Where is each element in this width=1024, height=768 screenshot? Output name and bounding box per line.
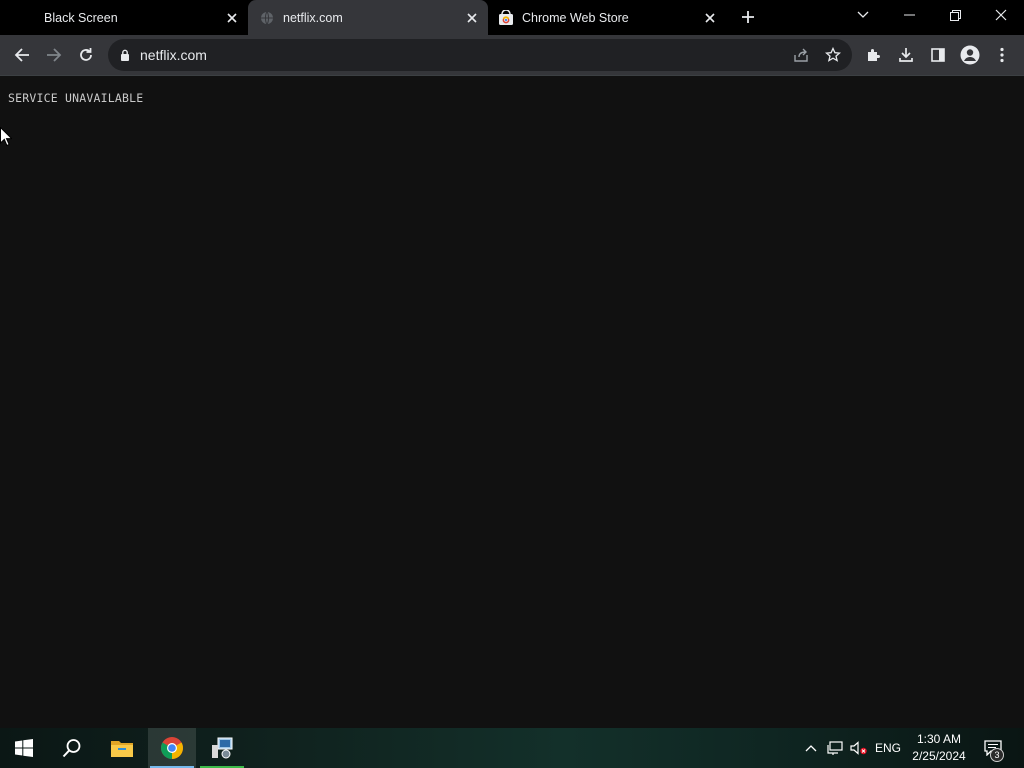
plus-icon xyxy=(742,11,754,23)
tab-close-icon[interactable] xyxy=(464,10,480,26)
lock-icon[interactable] xyxy=(120,49,130,61)
reload-icon xyxy=(80,48,92,61)
clock-date: 2/25/2024 xyxy=(912,749,966,763)
back-button[interactable] xyxy=(8,41,36,69)
close-icon xyxy=(995,9,1007,21)
side-panel-button[interactable] xyxy=(924,41,952,69)
windows-taskbar: ENG 1:30 AM 2/25/2024 3 xyxy=(0,728,1024,768)
back-icon xyxy=(14,48,29,62)
tab-search-button[interactable] xyxy=(840,0,886,30)
side-panel-icon xyxy=(931,48,945,62)
page-content: SERVICE UNAVAILABLE xyxy=(0,76,1024,726)
notification-count-badge: 3 xyxy=(990,748,1004,762)
tab-title: Chrome Web Store xyxy=(522,10,629,25)
globe-icon xyxy=(259,10,275,26)
download-icon xyxy=(899,48,913,62)
restore-button[interactable] xyxy=(932,0,978,30)
volume-muted-icon xyxy=(850,741,867,755)
chrome-icon xyxy=(161,737,183,759)
search-icon xyxy=(62,739,81,758)
language-indicator[interactable]: ENG xyxy=(872,728,904,768)
tab-search-icon xyxy=(857,11,869,18)
forward-icon xyxy=(47,48,62,62)
tab-chrome-web-store[interactable]: Chrome Web Store xyxy=(488,0,728,35)
volume-button[interactable] xyxy=(848,728,870,768)
restore-icon xyxy=(949,9,961,21)
show-hidden-icons-button[interactable] xyxy=(800,728,822,768)
url-text[interactable]: netflix.com xyxy=(140,47,207,63)
file-explorer-icon xyxy=(111,741,133,757)
taskbar-search-button[interactable] xyxy=(48,728,96,768)
downloads-button[interactable] xyxy=(892,41,920,69)
tab-netflix[interactable]: netflix.com xyxy=(248,0,488,35)
tab-title: Black Screen xyxy=(44,10,118,25)
chrome-menu-button[interactable] xyxy=(988,41,1016,69)
app-icon xyxy=(212,737,233,759)
menu-icon xyxy=(1000,47,1004,63)
network-button[interactable] xyxy=(824,728,846,768)
system-clock[interactable]: 1:30 AM 2/25/2024 xyxy=(906,731,972,765)
tab-title: netflix.com xyxy=(283,10,343,25)
chrome-web-store-icon xyxy=(498,9,514,26)
profile-icon xyxy=(960,45,980,65)
extensions-button[interactable] xyxy=(860,41,888,69)
minimize-icon xyxy=(903,14,915,16)
clock-time: 1:30 AM xyxy=(916,732,962,746)
window-close-button[interactable] xyxy=(978,0,1024,30)
tab-black-screen[interactable]: Black Screen xyxy=(0,0,248,35)
tab-close-icon[interactable] xyxy=(224,10,240,26)
new-tab-button[interactable] xyxy=(736,5,760,29)
mouse-cursor-icon xyxy=(0,126,13,151)
share-icon[interactable] xyxy=(792,46,810,64)
extensions-icon xyxy=(868,49,880,61)
minimize-button[interactable] xyxy=(886,0,932,30)
profile-button[interactable] xyxy=(956,41,984,69)
taskbar-file-explorer[interactable] xyxy=(98,728,146,768)
network-icon xyxy=(827,741,843,755)
taskbar-app[interactable] xyxy=(198,728,246,768)
bookmark-star-icon[interactable] xyxy=(824,46,842,64)
address-bar[interactable]: netflix.com xyxy=(108,39,852,71)
reload-button[interactable] xyxy=(72,41,100,69)
start-icon xyxy=(15,739,33,757)
taskbar-chrome[interactable] xyxy=(148,728,196,768)
start-button[interactable] xyxy=(0,728,48,768)
forward-button[interactable] xyxy=(40,41,68,69)
service-unavailable-message: SERVICE UNAVAILABLE xyxy=(8,91,144,105)
tab-close-icon[interactable] xyxy=(702,10,718,26)
browser-toolbar: netflix.com xyxy=(0,35,1024,76)
chevron-up-icon xyxy=(805,745,817,752)
tab-strip: Black Screen netflix.com Chrome Web Stor… xyxy=(0,0,1024,35)
